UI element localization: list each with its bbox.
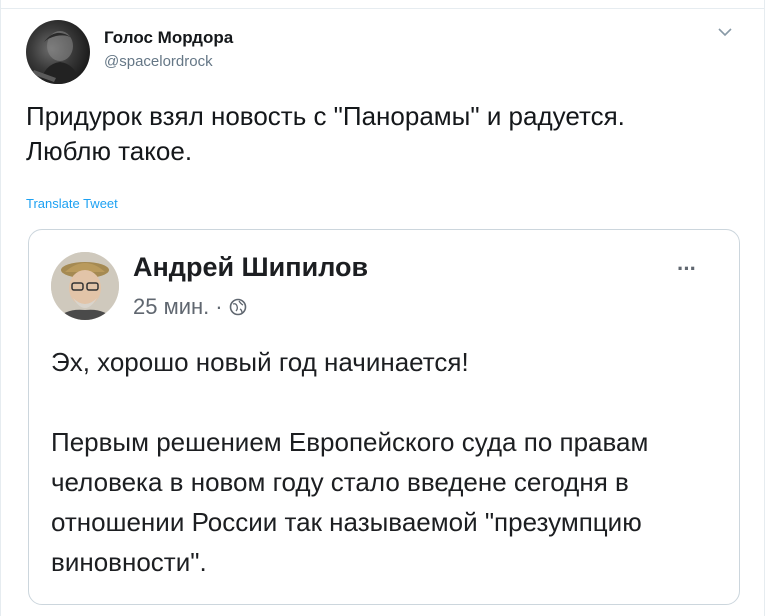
quoted-author-name[interactable]: Андрей Шипилов xyxy=(133,252,368,283)
tweet-text: Придурок взял новость с "Панорамы" и рад… xyxy=(26,101,625,166)
post-paragraph: Эх, хорошо новый год начинается! xyxy=(51,347,469,377)
author-name[interactable]: Голос Мордора xyxy=(104,28,233,48)
quoted-author-avatar[interactable] xyxy=(51,252,119,320)
chevron-down-icon[interactable] xyxy=(717,26,733,38)
author-avatar-image xyxy=(32,31,80,84)
post-meta: 25 мин. · xyxy=(133,294,247,320)
quoted-post-body: Эх, хорошо новый год начинается! Первым … xyxy=(51,342,731,582)
divider xyxy=(1,8,764,9)
translate-tweet-link[interactable]: Translate Tweet xyxy=(26,196,118,211)
globe-icon xyxy=(229,298,246,316)
post-time[interactable]: 25 мин. xyxy=(133,294,209,320)
quoted-author-avatar-image xyxy=(51,252,119,320)
quoted-post-card[interactable]: Андрей Шипилов 25 мин. · ··· Эх, хорошо … xyxy=(28,229,740,605)
author-handle[interactable]: @spacelordrock xyxy=(104,53,213,70)
tweet: Голос Мордора @spacelordrock Придурок вз… xyxy=(0,0,765,616)
meta-separator: · xyxy=(215,294,223,319)
post-paragraph: Первым решением Европейского суда по пра… xyxy=(51,427,649,577)
author-avatar[interactable] xyxy=(26,20,90,84)
more-options-icon[interactable]: ··· xyxy=(677,256,697,282)
